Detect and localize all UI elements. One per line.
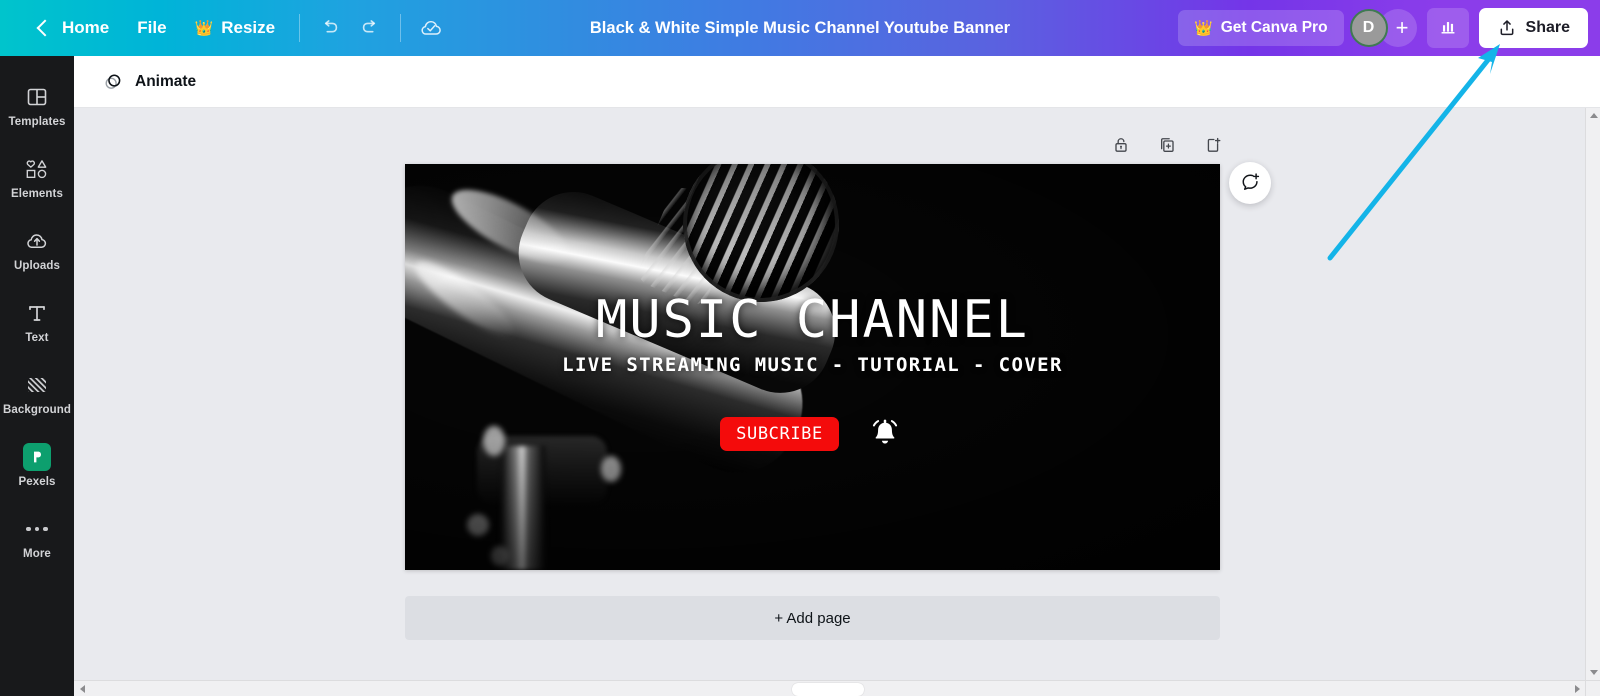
redo-button[interactable] [350, 8, 390, 48]
sidebar-item-label: Background [2, 404, 72, 416]
design-title-text[interactable]: MUSIC CHANNEL [405, 290, 1220, 350]
sidebar-item-uploads[interactable]: Uploads [0, 214, 74, 286]
uploads-cloud-icon [24, 228, 50, 254]
get-canva-pro-label: Get Canva Pro [1220, 19, 1328, 36]
file-menu-button[interactable]: File [123, 10, 180, 46]
design-text-layer: MUSIC CHANNEL LIVE STREAMING MUSIC - TUT… [405, 164, 1220, 570]
notification-bell-icon[interactable] [865, 414, 905, 454]
design-page[interactable]: MUSIC CHANNEL LIVE STREAMING MUSIC - TUT… [405, 164, 1220, 570]
lock-button[interactable] [1104, 128, 1138, 162]
design-subtitle-text[interactable]: LIVE STREAMING MUSIC - TUTORIAL - COVER [405, 354, 1220, 376]
pexels-app-icon [23, 443, 51, 471]
avatar[interactable]: D [1349, 9, 1388, 47]
resize-button[interactable]: 👑 Resize [181, 10, 290, 46]
sidebar-item-text[interactable]: Text [0, 286, 74, 358]
horizontal-scroll-thumb[interactable] [792, 683, 864, 696]
crown-icon: 👑 [194, 19, 214, 37]
undo-icon [324, 20, 338, 33]
duplicate-page-button[interactable] [1150, 128, 1184, 162]
duplicate-page-icon [1161, 138, 1174, 152]
redo-icon [362, 20, 376, 33]
add-page-icon [1207, 137, 1221, 152]
sidebar-item-label: Pexels [18, 476, 56, 488]
sidebar-item-elements[interactable]: Elements [0, 142, 74, 214]
sidebar-item-background[interactable]: Background [0, 358, 74, 430]
canva-editor-window: Home File 👑 Resize Black & White Simple … [0, 0, 1600, 696]
design-title[interactable]: Black & White Simple Music Channel Youtu… [578, 13, 1022, 44]
sidebar-item-label: More [23, 548, 51, 560]
more-dots-icon [26, 516, 48, 542]
design-cta-group: SUBCRIBE [405, 414, 1220, 454]
scroll-down-arrow[interactable] [1586, 665, 1600, 680]
add-comment-icon [1242, 173, 1260, 190]
scroll-left-arrow[interactable] [74, 681, 90, 696]
animate-label: Animate [135, 72, 197, 90]
add-comment-button[interactable] [1229, 162, 1271, 204]
sidebar-item-templates[interactable]: Templates [0, 70, 74, 142]
top-toolbar: Home File 👑 Resize Black & White Simple … [0, 0, 1600, 56]
add-page-button[interactable] [1196, 128, 1230, 162]
page-tools [1104, 128, 1230, 162]
toolbar-divider [299, 14, 301, 42]
elements-icon [24, 156, 50, 182]
upload-icon [1500, 20, 1513, 36]
background-hatch-icon [24, 372, 50, 398]
add-page-strip[interactable]: + Add page [405, 596, 1220, 640]
share-label: Share [1525, 19, 1570, 36]
plus-icon: + [1395, 15, 1409, 40]
file-label: File [137, 18, 167, 37]
canvas-work-area: MUSIC CHANNEL LIVE STREAMING MUSIC - TUT… [74, 108, 1600, 696]
top-toolbar-left-group: Home File 👑 Resize [0, 0, 451, 56]
scroll-right-arrow[interactable] [1569, 681, 1585, 696]
chevron-left-icon [32, 17, 54, 39]
cloud-saved-icon [421, 20, 441, 35]
cloud-saved-button[interactable] [411, 8, 451, 48]
home-label: Home [62, 18, 110, 37]
bar-chart-icon [1441, 22, 1454, 34]
design-subscribe-button[interactable]: SUBCRIBE [720, 417, 839, 451]
home-button[interactable]: Home [18, 9, 123, 47]
collaborators-group: D + [1349, 9, 1417, 47]
avatar-initial: D [1362, 19, 1375, 36]
editor-toolbar: Animate [74, 56, 1600, 108]
animate-circles-icon [105, 73, 121, 89]
resize-label: Resize [221, 18, 276, 37]
vertical-scrollbar[interactable] [1585, 108, 1600, 696]
scrollbar-corner [1585, 680, 1600, 696]
left-sidebar: Templates Elements Uploads Text Backgrou… [0, 56, 74, 696]
get-canva-pro-button[interactable]: 👑 Get Canva Pro [1178, 10, 1344, 46]
sidebar-item-label: Uploads [13, 260, 61, 272]
crown-icon: 👑 [1194, 19, 1213, 37]
undo-button[interactable] [310, 8, 350, 48]
scroll-up-arrow[interactable] [1586, 108, 1600, 123]
toolbar-divider-2 [400, 14, 402, 42]
horizontal-scrollbar[interactable] [74, 680, 1585, 696]
animate-button[interactable]: Animate [90, 64, 208, 100]
lock-icon [1115, 138, 1127, 152]
sidebar-item-pexels[interactable]: Pexels [0, 430, 74, 502]
sidebar-item-label: Text [25, 332, 49, 344]
top-toolbar-right-group: 👑 Get Canva Pro D + Share [1178, 0, 1600, 56]
sidebar-item-label: Templates [8, 116, 66, 128]
templates-icon [25, 84, 49, 110]
share-button[interactable]: Share [1478, 8, 1588, 48]
sidebar-item-more[interactable]: More [0, 502, 74, 574]
analytics-button[interactable] [1426, 8, 1469, 48]
text-t-icon [25, 300, 49, 326]
add-page-label: + Add page [774, 609, 851, 627]
sidebar-item-label: Elements [11, 188, 63, 200]
